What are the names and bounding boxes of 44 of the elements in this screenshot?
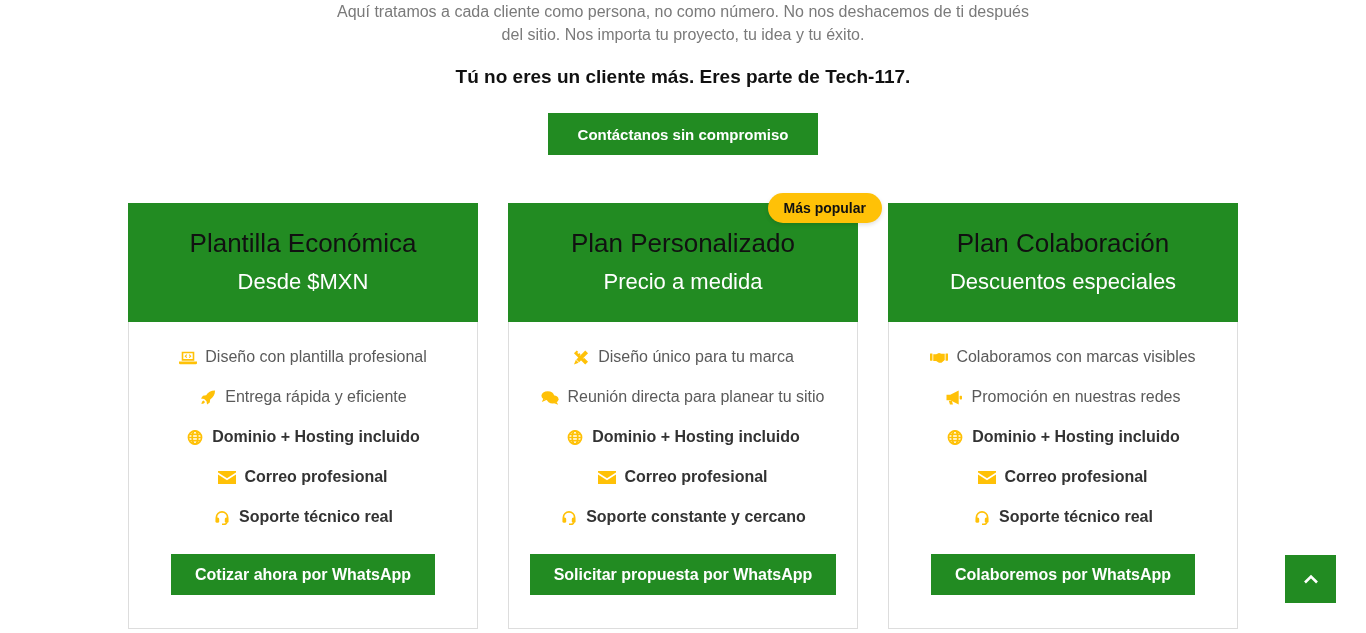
globe-icon: [566, 429, 585, 445]
feature-text: Soporte técnico real: [239, 507, 393, 527]
feature-text: Dominio + Hosting incluido: [592, 427, 800, 447]
feature-text: Correo profesional: [624, 467, 768, 487]
whatsapp-button[interactable]: Colaboremos por WhatsApp: [931, 554, 1195, 595]
tagline: Tú no eres un cliente más. Eres parte de Tech-117.: [455, 65, 911, 89]
feature-text: Reunión directa para planear tu sitio: [567, 387, 825, 407]
speech-bubbles-icon: [541, 389, 560, 405]
plan-price: Precio a medida: [603, 268, 763, 296]
feature-text: Correo profesional: [244, 467, 388, 487]
feature-text: Diseño con plantilla profesional: [205, 347, 427, 367]
feature-text: Correo profesional: [1004, 467, 1148, 487]
megaphone-icon: [945, 389, 964, 405]
feature-text: Soporte técnico real: [999, 507, 1153, 527]
plan-title: Plantilla Económica: [189, 227, 417, 259]
feature-text: Soporte constante y cercano: [586, 507, 806, 527]
intro-paragraph: Aquí tratamos a cada cliente como persona, no como número. No nos deshacemos de ti después del sitio. Nos importa tu proyecto, tu idea y tu éxito.: [336, 2, 1030, 45]
envelope-icon: [598, 469, 617, 485]
envelope-icon: [218, 469, 237, 485]
feature-text: Colaboramos con marcas visibles: [956, 347, 1196, 367]
whatsapp-button[interactable]: Solicitar propuesta por WhatsApp: [529, 554, 837, 595]
scroll-to-top-button[interactable]: [1285, 555, 1336, 603]
plan-title: Plan Colaboración: [956, 227, 1170, 259]
plan-price: Desde $MXN: [237, 268, 369, 296]
envelope-icon: [978, 469, 997, 485]
headset-icon: [973, 509, 992, 525]
rocket-icon: [199, 389, 218, 405]
plan-price: Descuentos especiales: [949, 268, 1177, 296]
globe-icon: [946, 429, 965, 445]
headset-icon: [560, 509, 579, 525]
feature-text: Promoción en nuestras redes: [971, 387, 1181, 407]
contact-button[interactable]: Contáctanos sin compromiso: [548, 113, 818, 155]
plan-title: Plan Personalizado: [570, 227, 795, 259]
headset-icon: [213, 509, 232, 525]
globe-icon: [186, 429, 205, 445]
chevron-up-icon: [1302, 574, 1319, 584]
feature-text: Dominio + Hosting incluido: [212, 427, 420, 447]
popular-badge: Más popular: [767, 193, 882, 223]
feature-text: Diseño único para tu marca: [598, 347, 794, 367]
feature-text: Entrega rápida y eficiente: [225, 387, 407, 407]
whatsapp-button[interactable]: Cotizar ahora por WhatsApp: [171, 554, 435, 595]
laptop-code-icon: [179, 349, 198, 365]
feature-text: Dominio + Hosting incluido: [972, 427, 1180, 447]
pencil-ruler-icon: [572, 349, 591, 365]
